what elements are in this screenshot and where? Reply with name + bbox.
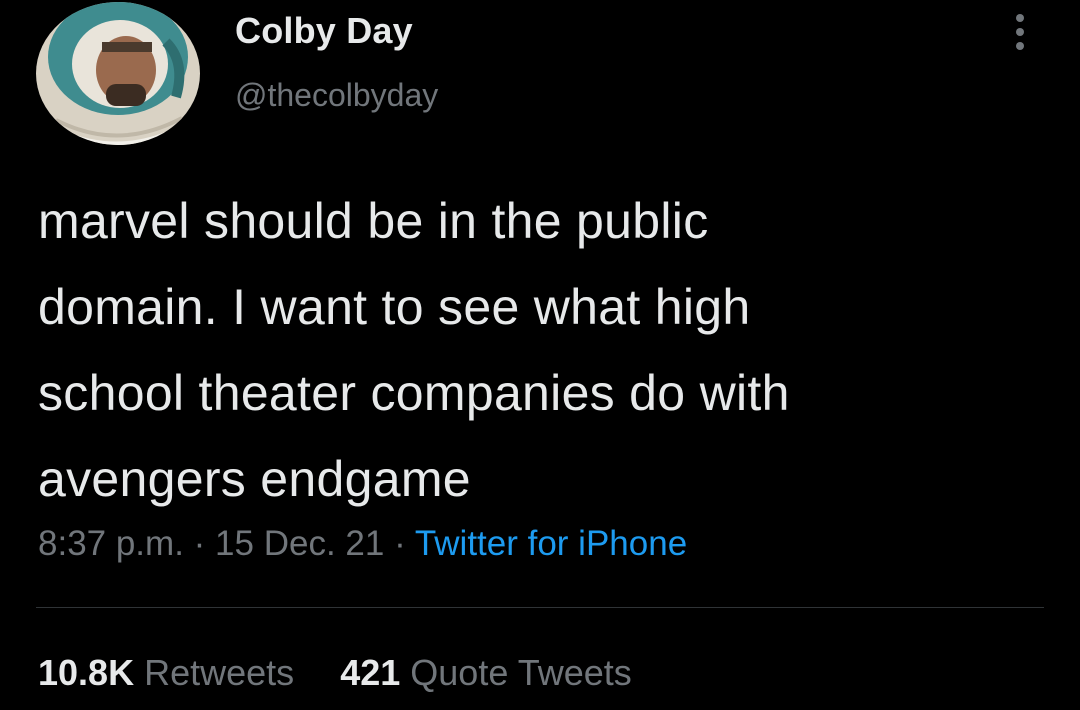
author-name[interactable]: Colby Day xyxy=(235,10,413,52)
more-options-icon[interactable] xyxy=(1006,8,1036,56)
tweet-meta: 8:37 p.m. · 15 Dec. 21 · Twitter for iPh… xyxy=(38,524,687,564)
astronaut-avatar-image xyxy=(36,2,200,145)
tweet-text: marvel should be in the public domain. I… xyxy=(38,193,790,507)
tweet-time[interactable]: 8:37 p.m. xyxy=(38,524,184,563)
tweet-detail: Colby Day @thecolbyday marvel should be … xyxy=(0,0,1080,710)
tweet-stats: 10.8K Retweets 421 Quote Tweets xyxy=(38,652,668,694)
quote-tweets-label: Quote Tweets xyxy=(410,652,632,693)
retweets-stat[interactable]: 10.8K Retweets xyxy=(38,652,294,694)
meta-separator: · xyxy=(193,524,206,563)
retweets-label: Retweets xyxy=(144,652,295,693)
avatar[interactable] xyxy=(36,2,200,145)
tweet-source-link[interactable]: Twitter for iPhone xyxy=(415,524,687,563)
quote-tweets-count: 421 xyxy=(340,652,401,693)
meta-separator: · xyxy=(394,524,406,563)
divider xyxy=(36,607,1044,608)
quote-tweets-stat[interactable]: 421 Quote Tweets xyxy=(340,652,632,694)
tweet-date[interactable]: 15 Dec. 21 xyxy=(215,524,384,563)
retweets-count: 10.8K xyxy=(38,652,135,693)
author-handle[interactable]: @thecolbyday xyxy=(235,77,438,114)
